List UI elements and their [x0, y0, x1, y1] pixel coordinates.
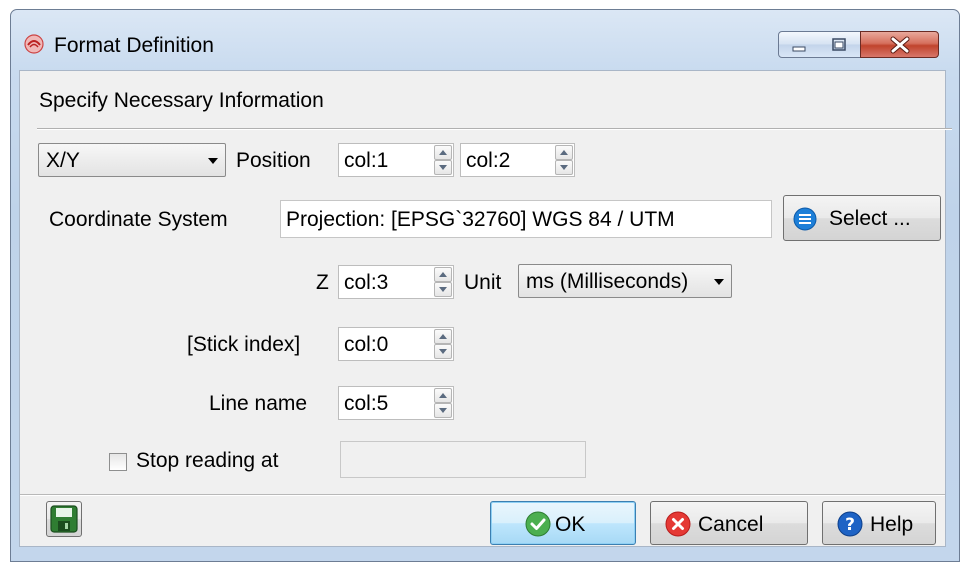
stick-index-stepper	[434, 329, 452, 359]
z-column-value: col:3	[344, 271, 389, 294]
line-name-value: col:5	[344, 392, 389, 415]
y-column-stepper	[555, 145, 573, 175]
maximize-button[interactable]	[818, 31, 861, 58]
z-label: Z	[316, 271, 329, 294]
unit-select[interactable]: ms (Milliseconds)	[518, 264, 732, 298]
line-name-label: Line name	[209, 392, 308, 415]
dialog-heading: Specify Necessary Information	[39, 89, 324, 112]
select-button-label: Select ...	[829, 207, 911, 230]
save-button[interactable]	[46, 501, 82, 537]
minimize-icon	[792, 46, 806, 52]
window-title: Format Definition	[54, 34, 214, 57]
coordinate-type-select[interactable]: X/Y	[38, 143, 226, 177]
stop-reading-field[interactable]	[340, 441, 586, 478]
stick-index-increment-button[interactable]	[434, 329, 452, 344]
footer-divider	[20, 494, 945, 496]
y-column-decrement-button[interactable]	[555, 160, 573, 175]
x-column-spinner[interactable]: col:1	[338, 143, 454, 177]
format-definition-window: Format Definition Specify Necessary Info…	[10, 9, 960, 562]
heading-divider	[37, 128, 952, 130]
chevron-down-icon	[208, 158, 218, 164]
cancel-button-label: Cancel	[698, 513, 764, 536]
stick-index-decrement-button[interactable]	[434, 344, 452, 359]
help-icon: ?	[837, 511, 863, 543]
chevron-down-icon	[714, 279, 724, 285]
help-button-label: Help	[870, 513, 914, 536]
stick-index-value: col:0	[344, 333, 389, 356]
line-name-decrement-button[interactable]	[434, 403, 452, 418]
z-column-spinner[interactable]: col:3	[338, 265, 454, 299]
cancel-icon	[665, 511, 691, 543]
app-logo-icon	[24, 34, 44, 54]
close-icon	[890, 36, 910, 54]
stick-index-label: [Stick index]	[187, 333, 301, 356]
x-column-value: col:1	[344, 149, 389, 172]
checkmark-icon	[525, 511, 551, 543]
z-column-increment-button[interactable]	[434, 267, 452, 282]
save-icon	[50, 505, 78, 539]
ok-button-label: OK	[555, 513, 586, 536]
x-column-stepper	[434, 145, 452, 175]
help-button[interactable]: ? Help	[822, 501, 936, 545]
x-column-decrement-button[interactable]	[434, 160, 452, 175]
select-coordinate-system-button[interactable]: Select ...	[783, 195, 941, 241]
stick-index-spinner[interactable]: col:0	[338, 327, 454, 361]
close-button[interactable]	[860, 31, 939, 58]
unit-value: ms (Milliseconds)	[526, 270, 689, 293]
line-name-spinner[interactable]: col:5	[338, 386, 454, 420]
coordinate-system-field[interactable]: Projection: [EPSG`32760] WGS 84 / UTM	[280, 200, 772, 238]
ok-button[interactable]: OK	[490, 501, 636, 545]
maximize-icon	[832, 38, 846, 51]
coordinate-system-label: Coordinate System	[49, 208, 228, 231]
cancel-button[interactable]: Cancel	[650, 501, 808, 545]
y-column-increment-button[interactable]	[555, 145, 573, 160]
line-name-stepper	[434, 388, 452, 418]
line-name-increment-button[interactable]	[434, 388, 452, 403]
unit-label: Unit	[464, 271, 502, 294]
svg-text:?: ?	[845, 515, 855, 535]
x-column-increment-button[interactable]	[434, 145, 452, 160]
stop-reading-checkbox[interactable]	[109, 453, 127, 471]
minimize-button[interactable]	[778, 31, 819, 58]
y-column-value: col:2	[466, 149, 511, 172]
title-bar[interactable]: Format Definition	[11, 10, 959, 70]
dialog-content: Specify Necessary Information X/Y Positi…	[19, 70, 952, 547]
position-label: Position	[236, 149, 311, 172]
z-column-decrement-button[interactable]	[434, 282, 452, 297]
z-column-stepper	[434, 267, 452, 297]
list-icon	[793, 207, 817, 237]
stop-reading-label: Stop reading at	[136, 449, 279, 472]
coordinate-type-value: X/Y	[46, 149, 80, 172]
y-column-spinner[interactable]: col:2	[460, 143, 575, 177]
